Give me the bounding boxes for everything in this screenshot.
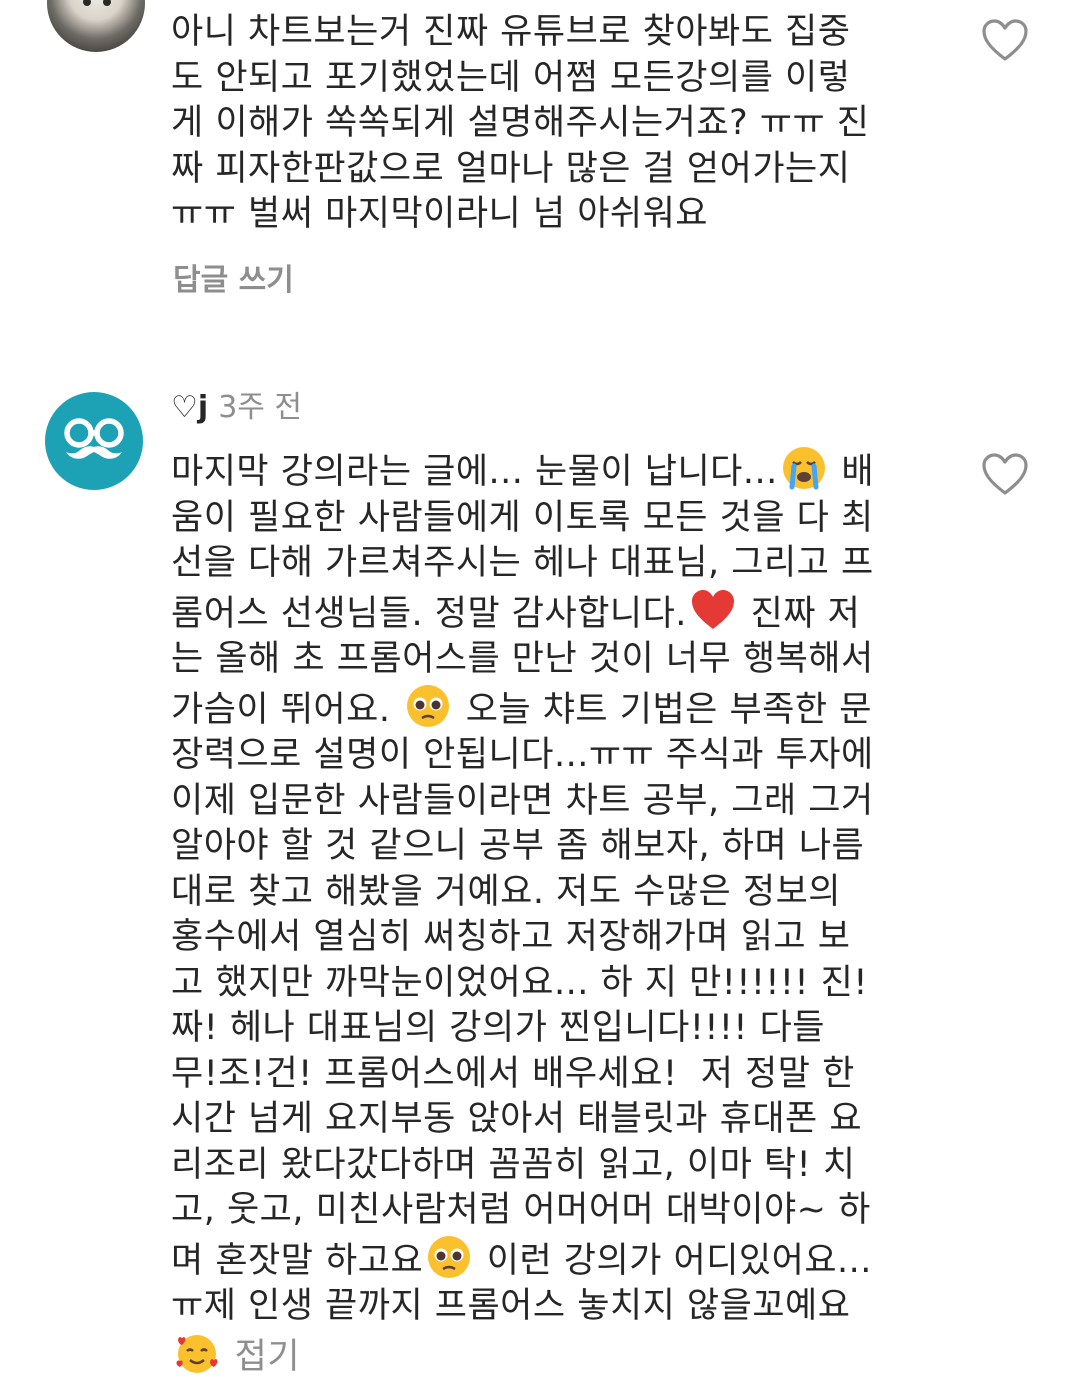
username[interactable]: ♡j bbox=[171, 390, 208, 425]
like-button[interactable] bbox=[981, 18, 1029, 62]
smiling-face-with-hearts-emoji bbox=[174, 1330, 220, 1376]
timestamp: 3주 전 bbox=[218, 390, 303, 425]
comment-text: 마지막 강의라는 글에... 눈물이 납니다... 배움이 필요한 사람들에게 … bbox=[171, 445, 881, 1380]
glasses-mustache-avatar-icon bbox=[64, 418, 124, 459]
comment-meta: ♡j 3주 전 bbox=[171, 388, 302, 428]
user-avatar[interactable] bbox=[45, 392, 143, 490]
heart-outline-icon bbox=[982, 19, 1028, 61]
user-avatar[interactable] bbox=[47, 0, 145, 52]
collapse-button[interactable]: 접기 bbox=[223, 1337, 300, 1377]
pleading-face-emoji bbox=[405, 683, 451, 729]
heart-outline-icon bbox=[982, 453, 1028, 495]
pleading-face-emoji bbox=[426, 1234, 472, 1280]
red-heart-emoji bbox=[690, 587, 736, 633]
comment-text: 아니 차트보는거 진짜 유튜브로 찾아봐도 집중도 안되고 포기했었는데 어쩜 … bbox=[171, 12, 870, 234]
crying-face-emoji bbox=[781, 445, 827, 491]
reply-button[interactable]: 답글 쓰기 bbox=[173, 255, 294, 299]
like-button[interactable] bbox=[981, 452, 1029, 496]
